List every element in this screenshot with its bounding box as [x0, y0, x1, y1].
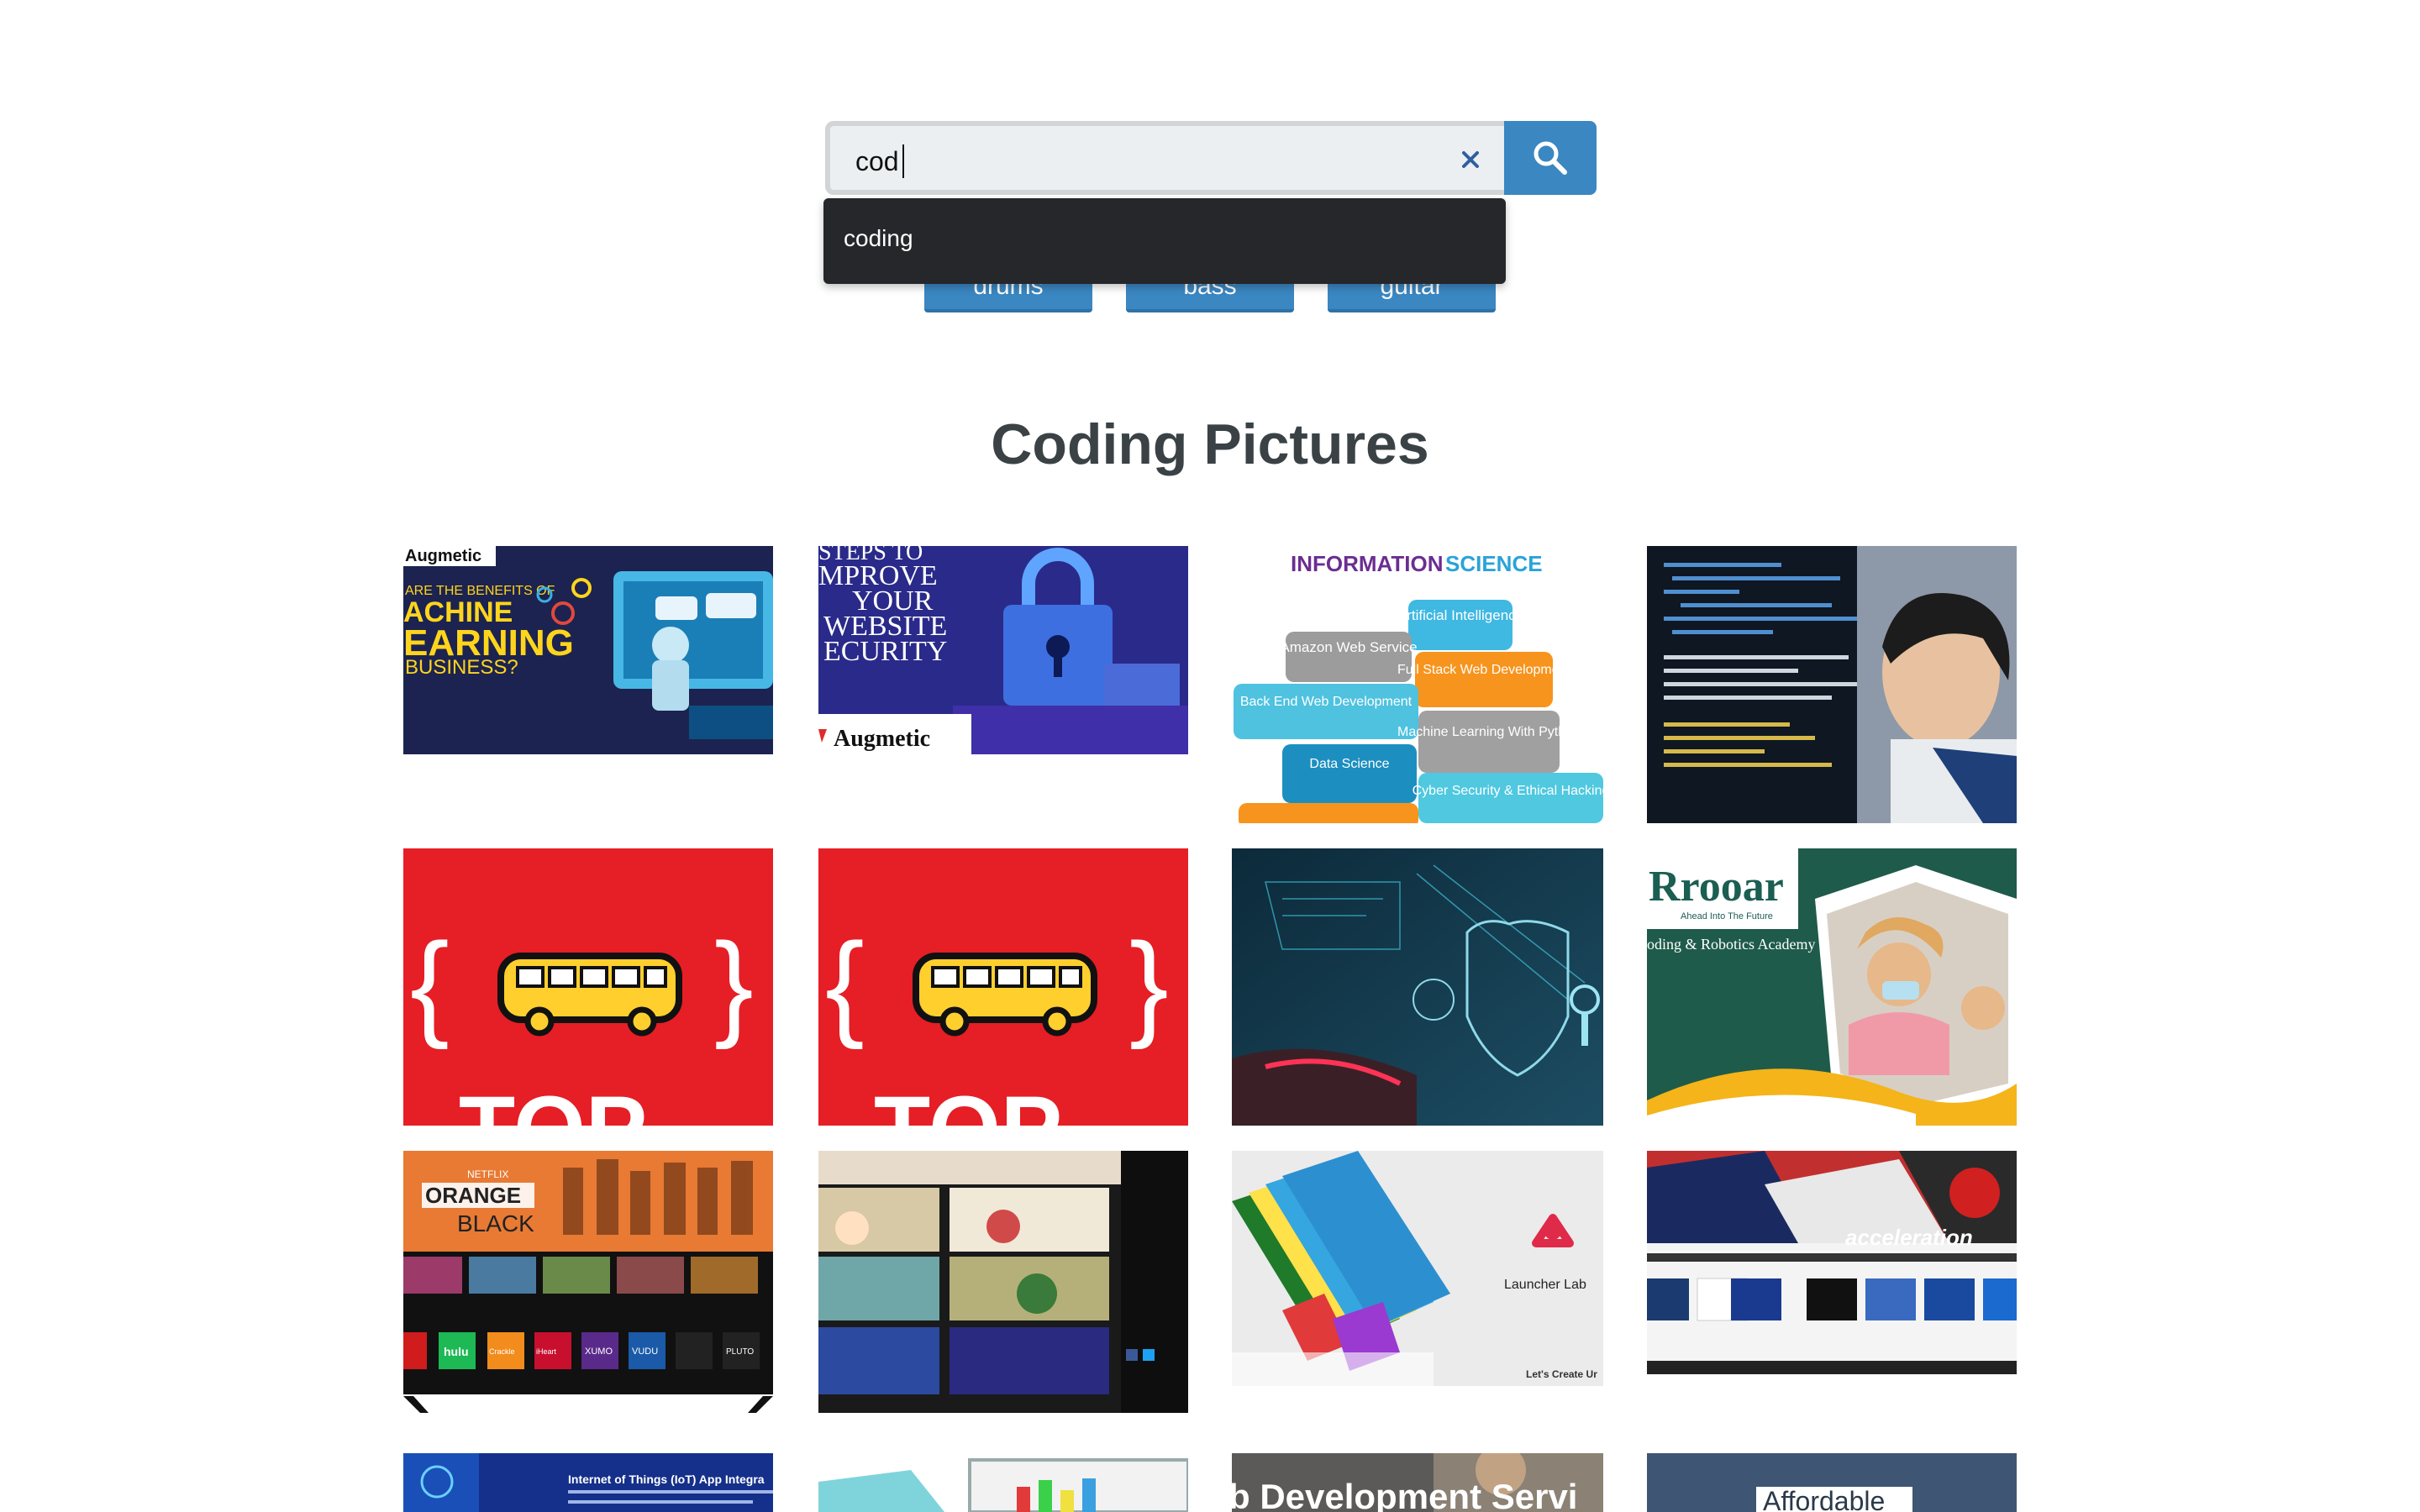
image-iot-integration[interactable]: Internet of Things (IoT) App Integra [403, 1453, 773, 1512]
info-block-label: Artificial Intelligence [1397, 607, 1523, 623]
tv-app-label: iHeart [536, 1347, 557, 1356]
rooar-tagline: Ahead Into The Future [1681, 911, 1773, 921]
image-website-security[interactable]: STEPS TO MPROVE YOUR WEBSITE ECURITY Aug… [818, 546, 1188, 754]
info-block-label: Data Science [1309, 757, 1389, 771]
info-title-b: SCIENCE [1445, 551, 1543, 576]
svg-text:{: { [825, 918, 865, 1050]
iot-title: Internet of Things (IoT) App Integra [568, 1473, 765, 1486]
text-caret [902, 144, 904, 178]
tv-app-label: Crackle [489, 1347, 515, 1356]
ml-brand: Augmetic [405, 547, 481, 565]
search-bar [825, 121, 1597, 195]
image-smart-tv-netflix[interactable]: NETFLIX ORANGE BLACK hulu Crackle iHeart… [403, 1151, 773, 1413]
svg-text:}: } [714, 918, 754, 1050]
info-block-label: Machine Learning With Python [1397, 725, 1581, 739]
image-bus-top-1[interactable]: { } TOP [403, 848, 773, 1126]
image-machine-learning-benefits[interactable]: Augmetic ARE THE BENEFITS OF ACHINE EARN… [403, 546, 773, 754]
tv-app-label: hulu [444, 1345, 469, 1358]
search-input-container[interactable] [825, 121, 1504, 195]
autocomplete-dropdown: coding [823, 198, 1506, 284]
suggestion-item-coding[interactable]: coding [844, 225, 913, 252]
image-bus-top-2[interactable]: { } TOP [818, 848, 1188, 1126]
close-icon [1462, 151, 1479, 168]
tv-app-label: XUMO [585, 1347, 613, 1357]
rooar-brand: Rrooar [1649, 863, 1784, 911]
acceleration-title: acceleration [1845, 1225, 1973, 1250]
info-block-label: Full Stack Web Development [1397, 663, 1571, 677]
tv-app-label: PLUTO [726, 1347, 754, 1357]
rooar-subtitle: oding & Robotics Academy [1647, 936, 1815, 953]
tv-title-b: BLACK [457, 1210, 534, 1236]
clear-search-button[interactable] [1454, 143, 1487, 176]
security-brand: Augmetic [834, 726, 930, 752]
image-acceleration-sports[interactable]: acceleration [1647, 1151, 2017, 1374]
image-arabic-streaming-app[interactable] [818, 1151, 1188, 1413]
search-button[interactable] [1504, 121, 1597, 195]
tv-app-label: VUDU [632, 1347, 658, 1357]
info-block-label: Back End Web Development [1240, 695, 1413, 709]
affordable-title: Affordable [1763, 1486, 1885, 1512]
image-information-science[interactable]: INFORMATION SCIENCE Artificial Intellige… [1232, 546, 1603, 823]
info-title-a: INFORMATION [1291, 551, 1444, 576]
page-title: Coding Pictures [991, 412, 1429, 476]
security-text-line: ECURITY [823, 636, 947, 667]
search-input[interactable] [855, 144, 1427, 178]
launcher-tagline: Let's Create Ur [1526, 1368, 1597, 1380]
svg-text:}: } [1129, 918, 1169, 1050]
bus-text: TOP [459, 1078, 647, 1126]
image-grid: Augmetic ARE THE BENEFITS OF ACHINE EARN… [403, 546, 2017, 1512]
svg-text:{: { [410, 918, 450, 1050]
image-web-development-services[interactable]: b Development Servi [1232, 1453, 1603, 1512]
info-block-label: Cyber Security & Ethical Hacking [1413, 784, 1603, 798]
ml-text-line: BUSINESS? [405, 656, 518, 679]
image-launcher-lab[interactable]: Launcher Lab Let's Create Ur [1232, 1151, 1603, 1386]
image-coder-at-monitor[interactable] [1647, 546, 2017, 823]
tv-title-a: ORANGE [425, 1183, 521, 1208]
search-icon [1534, 141, 1567, 175]
launcher-name: Launcher Lab [1504, 1278, 1586, 1292]
web-dev-title: b Development Servi [1232, 1477, 1577, 1512]
tv-netflix-label: NETFLIX [467, 1168, 508, 1180]
image-cyber-security-hands[interactable] [1232, 848, 1603, 1126]
image-affordable[interactable]: Affordable [1647, 1453, 2017, 1512]
image-whiteboard-chart[interactable] [818, 1453, 1188, 1512]
info-block-label: Amazon Web Service [1280, 639, 1417, 655]
bus-text: TOP [874, 1078, 1062, 1126]
image-rooar-academy[interactable]: Rrooar Ahead Into The Future oding & Rob… [1647, 848, 2017, 1126]
